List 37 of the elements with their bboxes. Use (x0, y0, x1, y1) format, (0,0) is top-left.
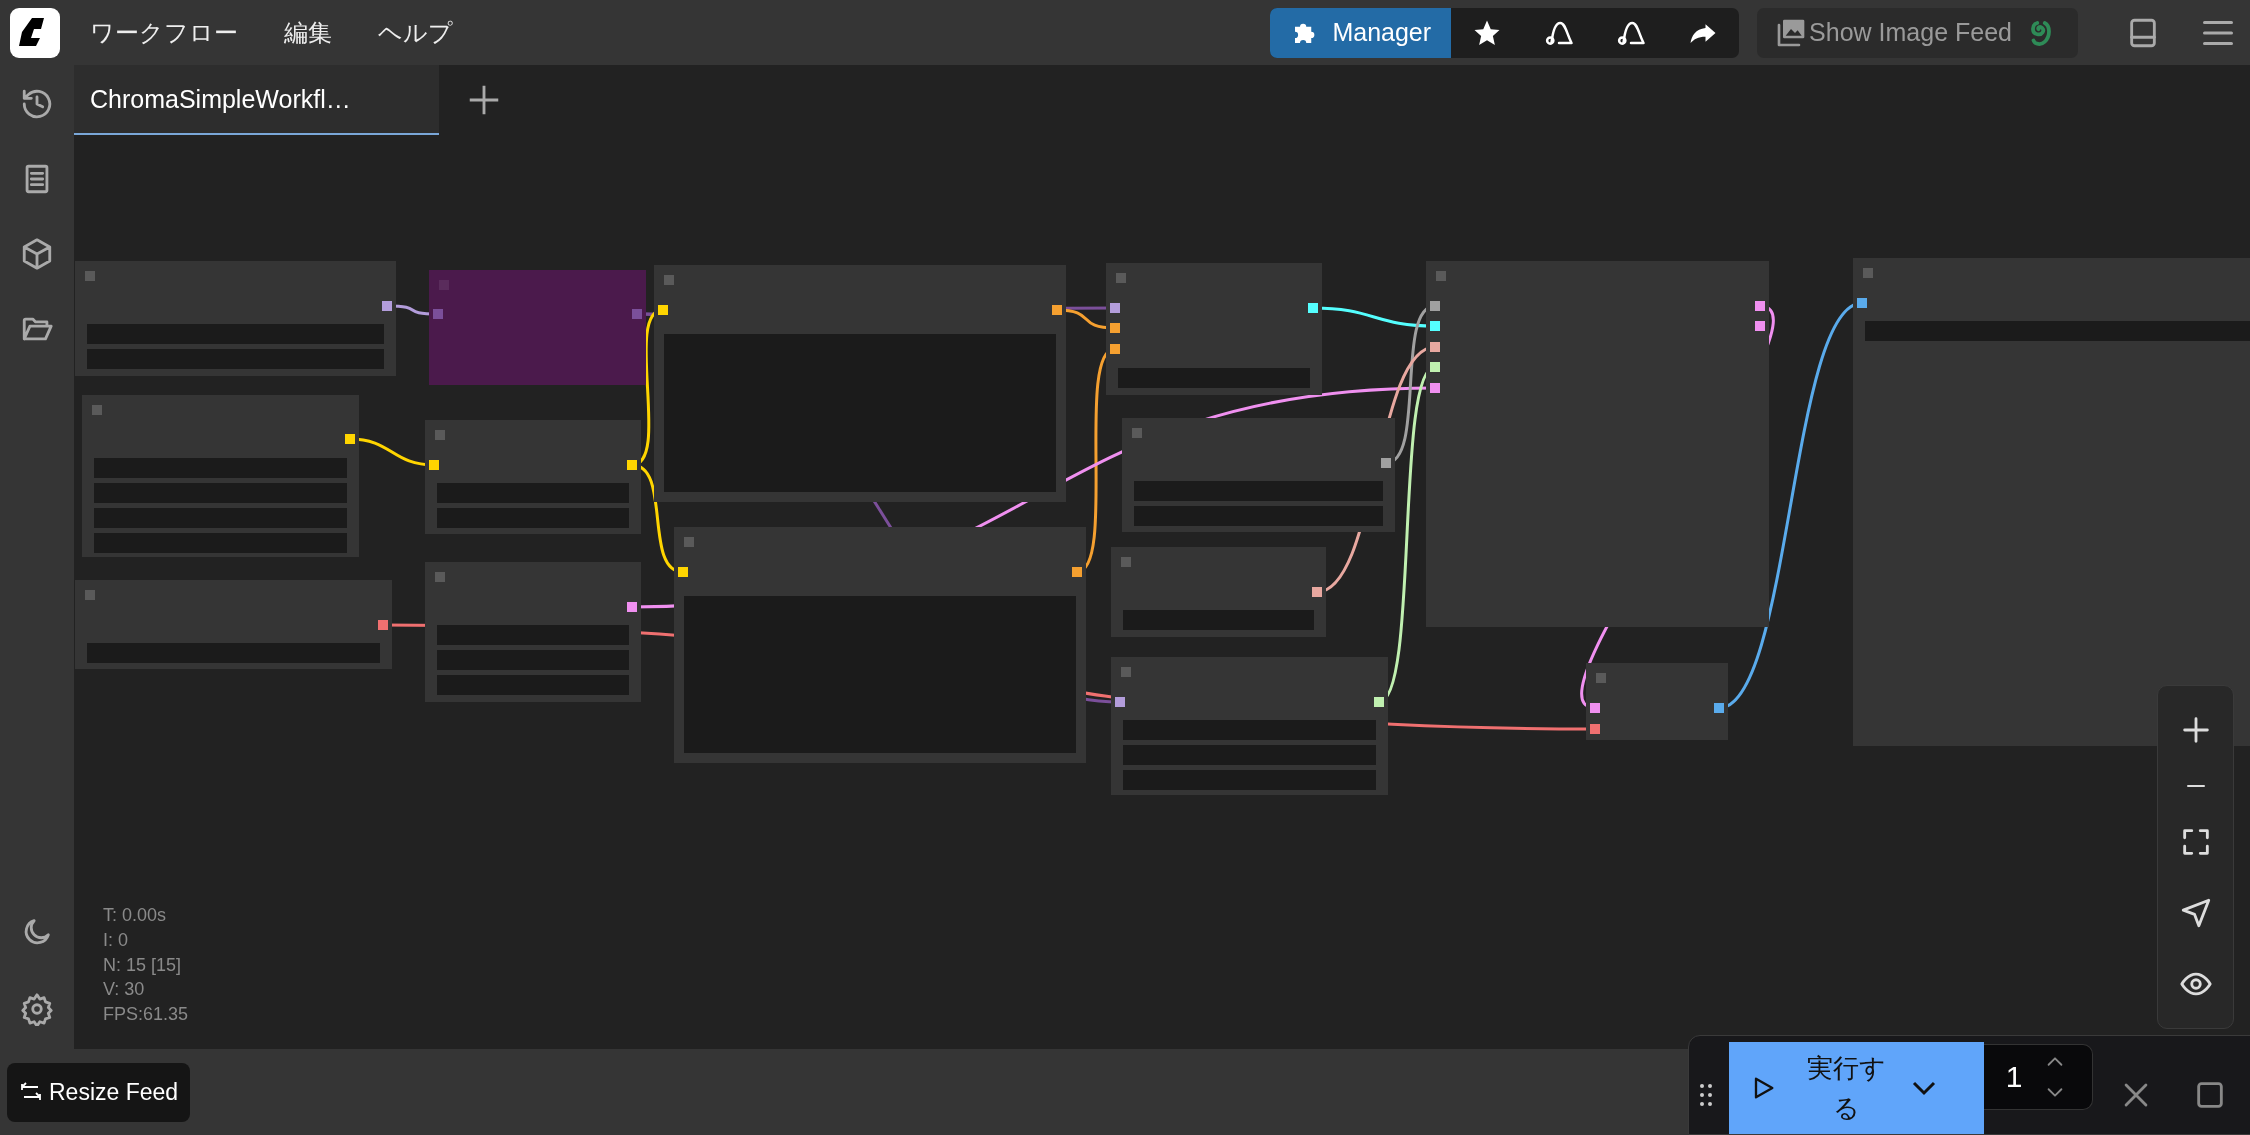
graph-node[interactable] (1111, 657, 1388, 795)
cube-button[interactable] (20, 237, 54, 271)
graph-node[interactable] (674, 527, 1086, 763)
graph-node[interactable] (75, 261, 396, 376)
graph-node[interactable] (75, 580, 392, 669)
drag-handle-icon[interactable] (1699, 1083, 1713, 1107)
stats-line: I: 0 (103, 928, 129, 952)
graph-node[interactable] (1426, 261, 1769, 627)
graph-node[interactable] (425, 420, 641, 534)
stats-line: T: 0.00s (103, 904, 168, 927)
menu-item[interactable]: ワークフロー (76, 10, 252, 55)
history-icon (20, 87, 54, 121)
manager-button[interactable]: Manager (1270, 7, 1452, 58)
graph-node[interactable] (1111, 547, 1326, 637)
stats-line: FPS:61.35 (103, 1003, 189, 1027)
resize-feed-button[interactable]: Resize Feed (7, 1062, 191, 1122)
app-logo[interactable] (10, 7, 60, 58)
graph-node[interactable] (1586, 663, 1728, 740)
show-image-feed-button[interactable]: Show Image Feed (1757, 7, 2078, 58)
graph-node[interactable] (1853, 258, 2250, 746)
graph-node[interactable] (425, 562, 641, 702)
menu-item[interactable]: 編集 (270, 10, 346, 55)
graph-node[interactable] (1106, 263, 1322, 395)
bypassed-node[interactable] (429, 270, 646, 385)
batch-count-field[interactable]: 1 (1984, 1044, 2093, 1110)
cube-icon (20, 237, 54, 271)
menu-item[interactable]: ヘルプ (364, 10, 467, 55)
graph-node[interactable] (654, 265, 1066, 502)
settings-icon (20, 992, 54, 1026)
stats-line: V: 30 (103, 978, 146, 1002)
graph-node[interactable] (82, 395, 359, 557)
settings-button[interactable] (20, 992, 54, 1026)
history-button[interactable] (20, 87, 54, 121)
stats-line: N: 15 [15] (103, 953, 183, 977)
run-button[interactable]: 実行する (1729, 1042, 1984, 1134)
graph-node[interactable] (1122, 418, 1395, 532)
workflow-tab[interactable]: ChromaSimpleWorkfl… (74, 65, 439, 135)
